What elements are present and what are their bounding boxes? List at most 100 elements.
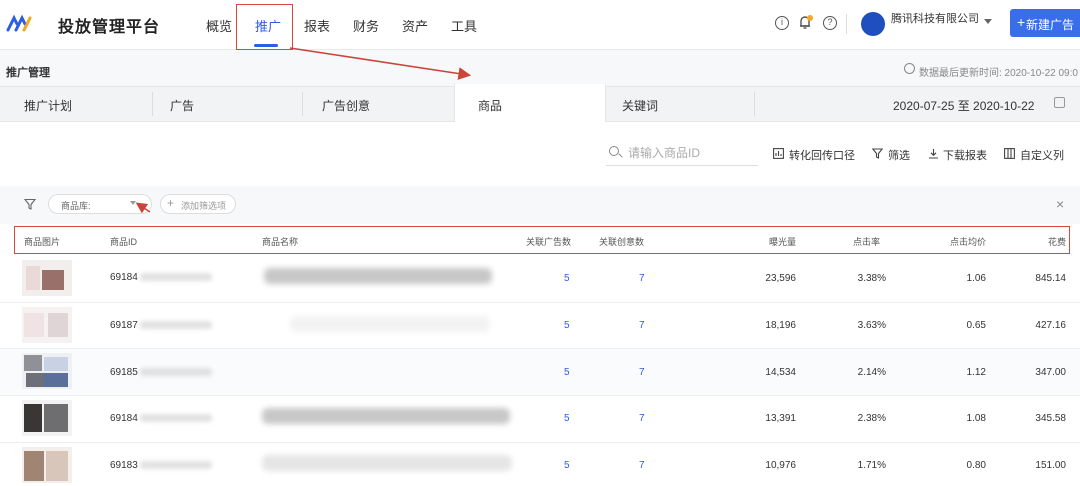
impressions: 13,391 — [765, 413, 796, 424]
linked-creatives-count[interactable]: 7 — [639, 460, 645, 471]
product-id: 69183 — [110, 460, 138, 471]
column-header[interactable]: 关联广告数 — [526, 235, 571, 248]
tab-campaigns[interactable]: 推广计划 — [24, 86, 72, 122]
redacted-name — [262, 455, 512, 471]
product-id: 69187 — [110, 320, 138, 331]
linked-creatives-count[interactable]: 7 — [639, 367, 645, 378]
product-image[interactable] — [22, 307, 72, 343]
nav-highlight-box — [236, 4, 293, 50]
page-title: 推广管理 — [6, 67, 50, 79]
column-header[interactable]: 关联创意数 — [599, 235, 644, 248]
filter-icon[interactable] — [24, 198, 36, 210]
close-icon[interactable]: × — [1056, 196, 1064, 212]
tab-divider — [302, 92, 303, 116]
date-range-picker[interactable]: 2020-07-25 至 2020-10-22 — [893, 97, 1034, 114]
redacted-name — [264, 268, 492, 284]
linked-creatives-count[interactable]: 7 — [639, 320, 645, 331]
linked-ads-count[interactable]: 5 — [564, 460, 570, 471]
product-image[interactable] — [22, 400, 72, 436]
tab-products[interactable]: 商品 — [478, 86, 502, 122]
calendar-icon[interactable] — [1054, 97, 1065, 108]
redacted-id — [140, 461, 212, 469]
column-header[interactable]: 商品名称 — [262, 235, 298, 248]
column-header[interactable]: 商品图片 — [24, 235, 60, 248]
ctr: 2.14% — [857, 367, 886, 378]
download-icon — [929, 149, 938, 159]
chart-icon — [773, 148, 784, 159]
tab-creatives[interactable]: 广告创意 — [322, 86, 370, 122]
last-updated: 数据最后更新时间: 2020-10-22 09:0 — [919, 68, 1078, 79]
clock-icon — [904, 63, 915, 74]
chevron-down-icon — [130, 201, 136, 205]
notification-dot — [807, 15, 813, 21]
company-name[interactable]: 腾讯科技有限公司 — [891, 10, 979, 26]
linked-creatives-count[interactable]: 7 — [639, 413, 645, 424]
custom-columns-button[interactable]: 自定义列 — [1020, 147, 1064, 163]
cost: 845.14 — [1035, 273, 1066, 284]
chevron-down-icon[interactable] — [984, 19, 992, 24]
columns-icon — [1004, 148, 1015, 159]
linked-ads-count[interactable]: 5 — [564, 320, 570, 331]
tab-active-background — [454, 84, 606, 124]
column-header[interactable]: 点击均价 — [936, 235, 986, 248]
cost: 151.00 — [1035, 460, 1066, 471]
cpc: 1.12 — [966, 367, 986, 378]
redacted-name — [262, 408, 510, 424]
product-library-select[interactable]: 商品库: — [48, 194, 152, 214]
product-image[interactable] — [22, 447, 72, 483]
tab-divider — [754, 92, 755, 116]
nav-reports[interactable]: 报表 — [304, 16, 330, 35]
impressions: 18,196 — [765, 320, 796, 331]
product-id: 69184 — [110, 272, 138, 283]
product-id-search-input[interactable] — [606, 140, 758, 166]
nav-finance[interactable]: 财务 — [353, 16, 379, 35]
cost: 347.00 — [1035, 367, 1066, 378]
logo-icon — [6, 14, 32, 32]
app-title: 投放管理平台 — [58, 19, 161, 36]
cpc: 1.06 — [966, 273, 986, 284]
column-header[interactable]: 花费 — [1030, 235, 1066, 248]
info-icon[interactable]: i — [775, 16, 789, 30]
redacted-id — [140, 414, 212, 422]
ctr: 3.63% — [857, 320, 886, 331]
download-report-button[interactable]: 下载报表 — [943, 147, 987, 163]
add-filter-label: 添加筛选项 — [181, 201, 227, 211]
cpc: 0.80 — [966, 460, 986, 471]
impressions: 14,534 — [765, 367, 796, 378]
column-header[interactable]: 点击率 — [840, 235, 880, 248]
redacted-id — [140, 321, 212, 329]
linked-creatives-count[interactable]: 7 — [639, 273, 645, 284]
product-id: 69185 — [110, 367, 138, 378]
tab-keywords[interactable]: 关键词 — [622, 86, 658, 122]
linked-ads-count[interactable]: 5 — [564, 367, 570, 378]
redacted-id — [140, 273, 212, 281]
product-image[interactable] — [22, 353, 72, 389]
cost: 345.58 — [1035, 413, 1066, 424]
nav-tools[interactable]: 工具 — [451, 16, 477, 35]
page-header — [0, 50, 1080, 86]
impressions: 10,976 — [765, 460, 796, 471]
help-icon[interactable]: ? — [823, 16, 837, 30]
column-header[interactable]: 商品ID — [110, 235, 137, 248]
product-id: 69184 — [110, 413, 138, 424]
linked-ads-count[interactable]: 5 — [564, 413, 570, 424]
column-header[interactable]: 曝光量 — [740, 235, 796, 248]
ctr: 3.38% — [857, 273, 886, 284]
product-image[interactable] — [22, 260, 72, 296]
ctr: 2.38% — [857, 413, 886, 424]
conversion-callback-button[interactable]: 转化回传口径 — [789, 147, 855, 163]
tab-divider — [152, 92, 153, 116]
redacted-id — [140, 368, 212, 376]
tab-ads[interactable]: 广告 — [170, 86, 194, 122]
plus-icon: + — [1017, 14, 1026, 30]
new-ad-label: 新建广告 — [1026, 18, 1075, 32]
product-library-label: 商品库: — [61, 201, 91, 211]
plus-icon: + — [167, 196, 175, 210]
cpc: 0.65 — [966, 320, 986, 331]
linked-ads-count[interactable]: 5 — [564, 273, 570, 284]
impressions: 23,596 — [765, 273, 796, 284]
nav-assets[interactable]: 资产 — [402, 16, 428, 35]
filter-button[interactable]: 筛选 — [888, 147, 910, 163]
nav-overview[interactable]: 概览 — [206, 16, 232, 35]
company-avatar[interactable] — [861, 12, 885, 36]
